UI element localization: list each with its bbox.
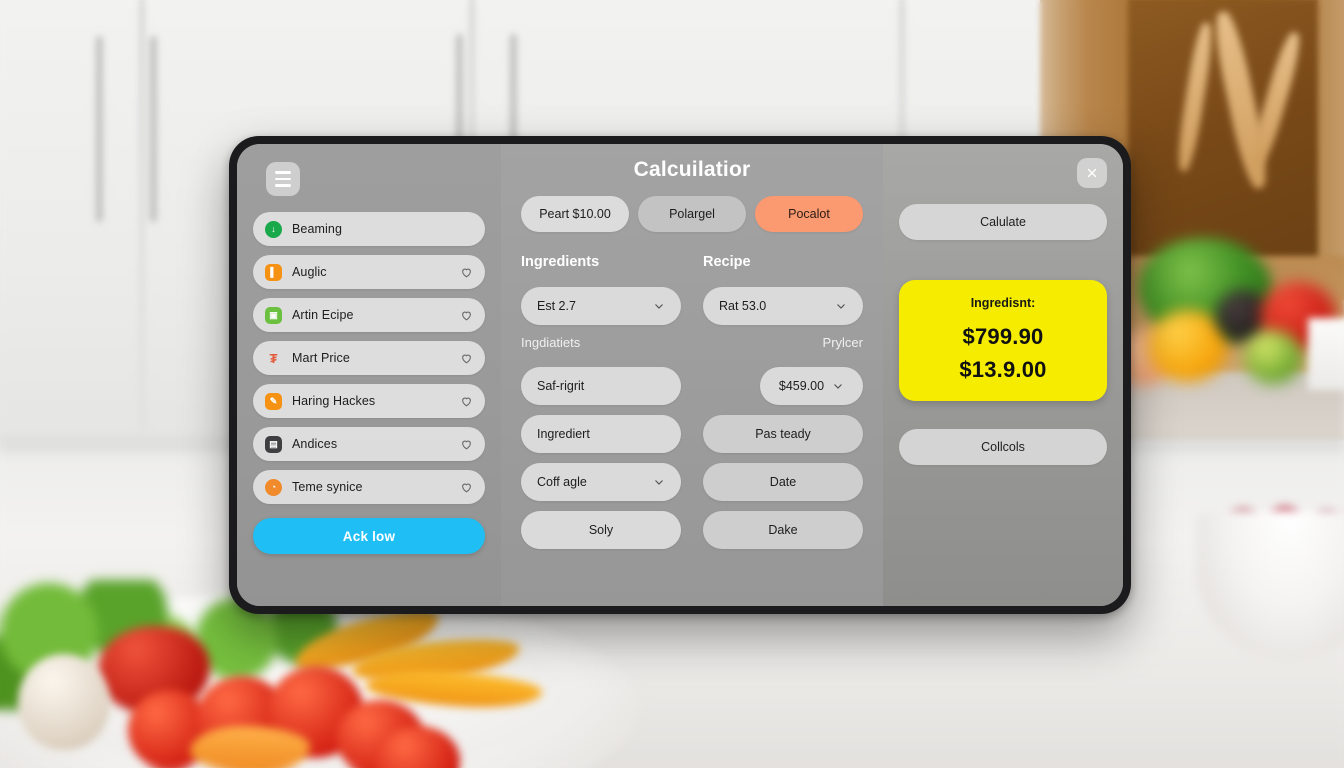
pas-teady-field[interactable]: Pas teady xyxy=(703,415,863,453)
labels-row-1: Ingredients Recipe xyxy=(521,254,863,277)
price-sub-label: Prylcer xyxy=(822,335,863,350)
tab-bar: Peart $10.00 Polargel Pocalot xyxy=(521,196,863,232)
favorite-heart-icon[interactable] xyxy=(460,481,473,494)
chevron-down-icon xyxy=(653,476,665,488)
package-select[interactable]: Coff agle xyxy=(521,463,681,501)
sidebar-item-auglic[interactable]: ▌ Auglic xyxy=(253,255,485,289)
chevron-down-icon xyxy=(653,300,665,312)
calculate-button[interactable]: Calulate xyxy=(899,204,1107,240)
sidebar-item-label: Teme synice xyxy=(292,480,363,494)
row-package-date: Coff agle Date xyxy=(521,463,863,501)
recipe-select[interactable]: Rat 53.0 xyxy=(703,287,863,325)
result-value-secondary: $13.9.00 xyxy=(959,357,1047,382)
tablet-screen: ↓ Beaming ▌ Auglic ▣ Artin Ecipe ₮ Mart … xyxy=(237,144,1123,606)
sidebar-item-mart-price[interactable]: ₮ Mart Price xyxy=(253,341,485,375)
close-icon[interactable] xyxy=(1077,158,1107,188)
sidebar-item-label: Artin Ecipe xyxy=(292,308,354,322)
soly-button[interactable]: Soly xyxy=(521,511,681,549)
tablet-device: ↓ Beaming ▌ Auglic ▣ Artin Ecipe ₮ Mart … xyxy=(229,136,1131,614)
tag-icon: ₮ xyxy=(269,350,278,366)
garlic-bulb xyxy=(18,654,110,750)
cabinet-handle xyxy=(150,36,157,222)
ingredients-sub-label: Ingdiatiets xyxy=(521,335,581,350)
page-title: Calcuilatior xyxy=(633,158,751,181)
ingredients-label: Ingredients xyxy=(521,254,600,270)
row-safelight-price: Saf-rigrit $459.00 xyxy=(521,367,863,405)
price-select[interactable]: $459.00 xyxy=(760,367,863,405)
favorite-heart-icon[interactable] xyxy=(460,309,473,322)
row-soly-date: Soly Dake xyxy=(521,511,863,549)
ingredients-select-value: Est 2.7 xyxy=(537,299,576,313)
grid-icon: ▣ xyxy=(265,306,282,324)
row-ingredient-pasteady: Ingrediert Pas teady xyxy=(521,415,863,453)
sidebar-item-label: Mart Price xyxy=(292,351,350,365)
note-icon: ▤ xyxy=(265,435,282,453)
sidebar: ↓ Beaming ▌ Auglic ▣ Artin Ecipe ₮ Mart … xyxy=(237,144,501,606)
sidebar-item-teme-synice[interactable]: ◔ Teme synice xyxy=(253,470,485,504)
collect-button[interactable]: Collcols xyxy=(899,429,1107,465)
tab-polargel[interactable]: Polargel xyxy=(638,196,746,232)
pencil-icon: ✎ xyxy=(265,392,282,410)
screenshot-root: ↓ Beaming ▌ Auglic ▣ Artin Ecipe ₮ Mart … xyxy=(0,0,1344,768)
ack-low-button[interactable]: Ack low xyxy=(253,518,485,554)
ingredient-input[interactable]: Ingrediert xyxy=(521,415,681,453)
favorite-heart-icon[interactable] xyxy=(460,395,473,408)
package-select-value: Coff agle xyxy=(537,475,587,489)
sidebar-item-label: Andices xyxy=(292,437,338,451)
selects-row-1: Est 2.7 Rat 53.0 xyxy=(521,287,863,325)
cabinet-handle xyxy=(96,36,103,222)
book-icon: ▌ xyxy=(265,263,282,281)
cabinet-seam xyxy=(140,0,144,430)
sidebar-item-andices[interactable]: ▤ Andices xyxy=(253,427,485,461)
background-container xyxy=(1308,318,1344,390)
favorite-heart-icon[interactable] xyxy=(460,352,473,365)
sidebar-item-label: Haring Hackes xyxy=(292,394,376,408)
result-card: Ingredisnt: $799.90 $13.9.00 xyxy=(899,280,1107,401)
background-lime xyxy=(1244,330,1302,384)
recipe-select-value: Rat 53.0 xyxy=(719,299,767,313)
chevron-down-icon xyxy=(835,300,847,312)
date-field-2[interactable]: Dake xyxy=(703,511,863,549)
sidebar-item-beaming[interactable]: ↓ Beaming xyxy=(253,212,485,246)
ingredients-select[interactable]: Est 2.7 xyxy=(521,287,681,325)
sidebar-item-haring-hackes[interactable]: ✎ Haring Hackes xyxy=(253,384,485,418)
date-field-1[interactable]: Date xyxy=(703,463,863,501)
labels-row-2: Ingdiatiets Prylcer xyxy=(521,335,863,357)
favorite-heart-icon[interactable] xyxy=(460,438,473,451)
download-circle-icon: ↓ xyxy=(265,220,282,238)
clock-icon: ◔ xyxy=(265,478,282,496)
sidebar-item-label: Auglic xyxy=(292,265,327,279)
sidebar-item-artin-ecipe[interactable]: ▣ Artin Ecipe xyxy=(253,298,485,332)
right-action-panel: Calulate Ingredisnt: $799.90 $13.9.00 Co… xyxy=(883,144,1123,606)
tab-peart-price[interactable]: Peart $10.00 xyxy=(521,196,629,232)
tab-pocalot[interactable]: Pocalot xyxy=(755,196,863,232)
price-select-value: $459.00 xyxy=(778,379,825,393)
safelight-input[interactable]: Saf-rigrit xyxy=(521,367,681,405)
chevron-down-icon xyxy=(832,380,844,392)
favorite-heart-icon[interactable] xyxy=(460,266,473,279)
recipe-label: Recipe xyxy=(703,254,751,270)
hamburger-menu-icon[interactable] xyxy=(266,162,300,196)
sidebar-item-label: Beaming xyxy=(292,222,343,236)
result-value-primary: $799.90 xyxy=(962,324,1044,349)
result-label: Ingredisnt: xyxy=(970,296,1036,310)
main-content-panel: Calcuilatior Peart $10.00 Polargel Pocal… xyxy=(501,144,883,606)
